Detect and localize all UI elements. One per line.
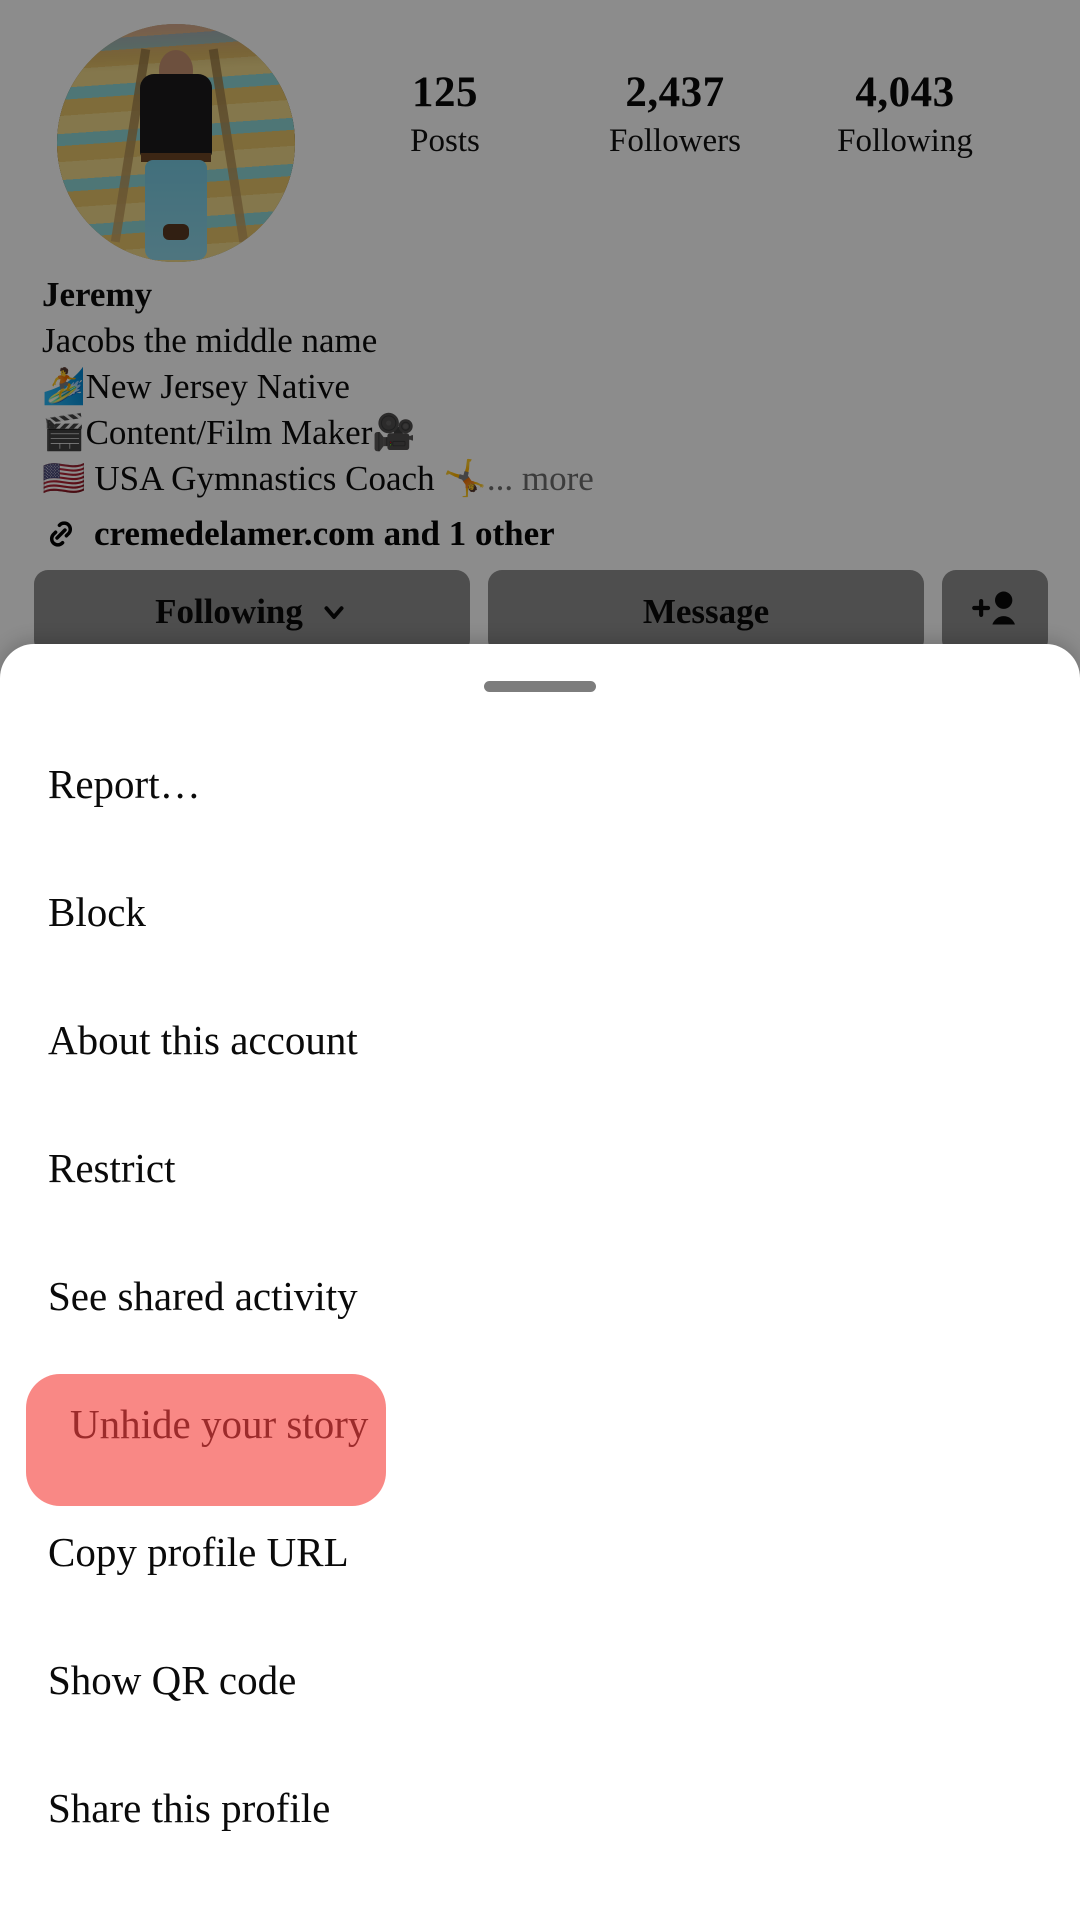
menu-item-restrict-label: Restrict (48, 1145, 176, 1191)
profile-bio: Jeremy Jacobs the middle name 🏄New Jerse… (42, 272, 802, 554)
stat-followers-value: 2,437 (625, 69, 725, 116)
menu-item-see-shared-activity[interactable]: See shared activity (0, 1232, 1080, 1360)
bio-link-row[interactable]: cremedelamer.com and 1 other (42, 514, 802, 554)
chevron-down-icon (319, 597, 349, 627)
following-button-label: Following (155, 592, 303, 631)
bio-line-2: 🏄New Jersey Native (42, 367, 350, 406)
following-button[interactable]: Following (34, 570, 470, 654)
profile-action-buttons: Following Message (34, 570, 1048, 654)
avatar[interactable] (57, 24, 295, 262)
menu-item-copy-profile-url-label: Copy profile URL (48, 1529, 349, 1575)
bio-line-3: 🎬Content/Film Maker🎥 (42, 413, 416, 452)
options-bottom-sheet: Report… Block About this account Restric… (0, 644, 1080, 1920)
menu-item-show-qr-code[interactable]: Show QR code (0, 1616, 1080, 1744)
menu-item-about-this-account[interactable]: About this account (0, 976, 1080, 1104)
sheet-drag-handle[interactable] (484, 681, 596, 692)
add-person-icon (969, 585, 1021, 640)
bio-line-1: Jacobs the middle name (42, 321, 378, 360)
bio-link-text[interactable]: cremedelamer.com and 1 other (94, 514, 555, 554)
menu-item-see-shared-activity-label: See shared activity (48, 1273, 358, 1319)
avatar-person-legs (145, 159, 207, 260)
menu-item-show-qr-code-label: Show QR code (48, 1657, 297, 1703)
menu-item-unhide-your-story-label: Unhide your story (70, 1401, 369, 1447)
stat-followers[interactable]: 2,437 Followers (560, 70, 790, 164)
stat-following-label: Following (837, 123, 973, 160)
menu-item-unhide-your-story[interactable]: Unhide your story (0, 1360, 1080, 1506)
add-person-button[interactable] (942, 570, 1048, 654)
bio-display-name: Jeremy (42, 275, 153, 314)
stat-following-value: 4,043 (855, 69, 955, 116)
menu-item-share-this-profile[interactable]: Share this profile (0, 1744, 1080, 1872)
stat-following[interactable]: 4,043 Following (790, 70, 1020, 164)
menu-item-about-this-account-label: About this account (48, 1017, 358, 1063)
options-menu-list: Report… Block About this account Restric… (0, 720, 1080, 1872)
message-button-label: Message (642, 592, 770, 631)
stat-posts-value: 125 (412, 69, 478, 116)
menu-item-share-this-profile-label: Share this profile (48, 1785, 331, 1831)
bio-line-4-text: 🇺🇸 USA Gymnastics Coach 🤸 (42, 459, 487, 498)
stat-posts[interactable]: 125 Posts (330, 70, 560, 164)
app-screen: 125 Posts 2,437 Followers 4,043 Followin… (0, 0, 1080, 1920)
bio-more-link[interactable]: ... more (487, 459, 594, 498)
link-icon (42, 515, 80, 553)
menu-item-block[interactable]: Block (0, 848, 1080, 976)
menu-item-block-label: Block (48, 889, 146, 935)
bio-line-4: 🇺🇸 USA Gymnastics Coach 🤸... more (42, 456, 802, 502)
menu-item-copy-profile-url[interactable]: Copy profile URL (0, 1488, 1080, 1616)
stat-followers-label: Followers (609, 123, 741, 160)
profile-stats: 125 Posts 2,437 Followers 4,043 Followin… (330, 70, 1020, 164)
menu-item-report-label: Report… (48, 761, 201, 807)
stat-posts-label: Posts (410, 123, 480, 160)
avatar-person-torso (140, 73, 212, 158)
message-button[interactable]: Message (488, 570, 924, 654)
menu-item-restrict[interactable]: Restrict (0, 1104, 1080, 1232)
menu-item-report[interactable]: Report… (0, 720, 1080, 848)
avatar-person-shoe (163, 223, 189, 240)
